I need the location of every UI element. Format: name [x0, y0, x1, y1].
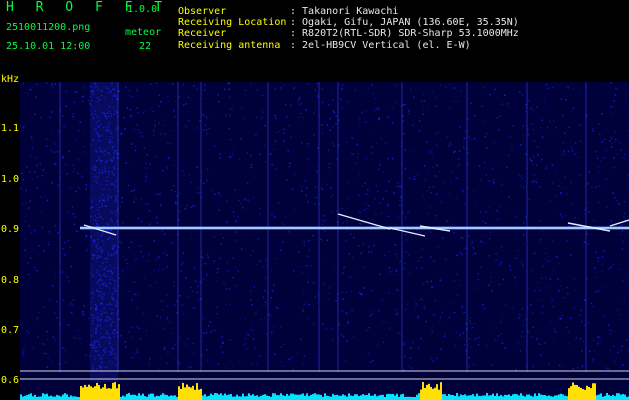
y-tick-label: 1.1: [1, 123, 20, 134]
y-tick-label: 0.8: [1, 275, 20, 286]
antenna-label: Receiving antenna: [178, 40, 281, 51]
count-label: 22: [139, 41, 152, 52]
y-tick-label: 1.0: [1, 174, 20, 185]
y-unit-label: kHz: [1, 74, 20, 85]
y-tick-label: 0.6: [1, 375, 20, 386]
header-panel: H R O F F T 1.0.0 2510011200.png meteor …: [0, 0, 629, 74]
receiver-value: : R820T2(RTL-SDR) SDR-Sharp 53.1000MHz: [290, 28, 519, 39]
receiver-label: Receiver: [178, 28, 227, 39]
spectrogram-plot: [20, 82, 629, 400]
antenna-value: : 2el-HB9CV Vertical (el. E-W): [290, 40, 471, 51]
datetime-label: 25.10.01 12:00: [6, 41, 91, 52]
y-tick-label: 0.9: [1, 224, 20, 235]
filename-label: 2510011200.png: [6, 22, 91, 33]
mode-label: meteor: [125, 27, 162, 38]
noise-band-1202: [90, 82, 118, 382]
y-tick-label: 0.7: [1, 325, 20, 336]
version-label: 1.0.0: [127, 4, 158, 15]
